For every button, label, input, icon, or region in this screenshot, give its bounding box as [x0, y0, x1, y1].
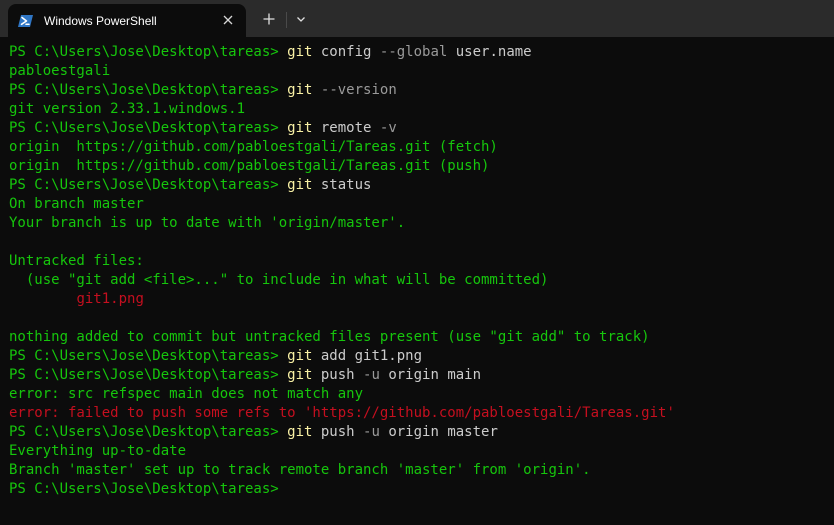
- terminal-text-segment: git1.png: [76, 291, 144, 307]
- terminal-line: Branch 'master' set up to track remote b…: [9, 461, 834, 480]
- terminal-text-segment: git: [287, 120, 313, 136]
- terminal-line: Untracked files:: [9, 252, 834, 271]
- new-tab-button[interactable]: [258, 8, 280, 30]
- terminal-text-segment: -v: [379, 120, 397, 136]
- terminal-text-segment: PS C:\Users\Jose\Desktop\tareas>: [9, 82, 288, 98]
- powershell-icon: [18, 13, 34, 29]
- terminal-text-segment: origin https://github.com/pabloestgali/T…: [9, 139, 498, 155]
- terminal-line: PS C:\Users\Jose\Desktop\tareas>: [9, 480, 834, 499]
- terminal-text-segment: --global: [379, 44, 448, 60]
- terminal-text-segment: git: [287, 348, 313, 364]
- terminal-line: PS C:\Users\Jose\Desktop\tareas> git pus…: [9, 366, 834, 385]
- terminal-text-segment: nothing added to commit but untracked fi…: [9, 329, 650, 345]
- terminal-text-segment: push: [312, 424, 364, 440]
- terminal-text-segment: (use "git add <file>..." to include in w…: [9, 272, 549, 288]
- terminal-text-segment: error: failed to push some refs to 'http…: [9, 405, 675, 421]
- tab-title: Windows PowerShell: [44, 13, 157, 28]
- terminal-text-segment: git: [287, 367, 313, 383]
- terminal-line: PS C:\Users\Jose\Desktop\tareas> git rem…: [9, 119, 834, 138]
- terminal-text-segment: git: [287, 44, 313, 60]
- terminal-line: error: failed to push some refs to 'http…: [9, 404, 834, 423]
- terminal-line: git1.png: [9, 290, 834, 309]
- terminal-text-segment: PS C:\Users\Jose\Desktop\tareas>: [9, 44, 288, 60]
- terminal-text-segment: PS C:\Users\Jose\Desktop\tareas>: [9, 348, 288, 364]
- powershell-window: Windows PowerShell PS C:\Users\Jose\Desk…: [0, 0, 834, 525]
- tab-divider: [286, 12, 287, 28]
- terminal-line: Everything up-to-date: [9, 442, 834, 461]
- terminal-line: PS C:\Users\Jose\Desktop\tareas> git con…: [9, 43, 834, 62]
- terminal-text-segment: PS C:\Users\Jose\Desktop\tareas>: [9, 177, 288, 193]
- terminal-text-segment: status: [312, 177, 372, 193]
- terminal-line: PS C:\Users\Jose\Desktop\tareas> git add…: [9, 347, 834, 366]
- terminal-text-segment: git: [287, 424, 313, 440]
- terminal-line: error: src refspec main does not match a…: [9, 385, 834, 404]
- terminal-text-segment: On branch master: [9, 196, 144, 212]
- terminal-line: git version 2.33.1.windows.1: [9, 100, 834, 119]
- terminal-text-segment: -u: [363, 367, 380, 383]
- terminal-text-segment: config: [312, 44, 380, 60]
- terminal-line: (use "git add <file>..." to include in w…: [9, 271, 834, 290]
- terminal-text-segment: Untracked files:: [9, 253, 144, 269]
- close-icon: [223, 15, 233, 25]
- terminal-text-segment: Your branch is up to date with 'origin/m…: [9, 215, 406, 231]
- terminal-text-segment: PS C:\Users\Jose\Desktop\tareas>: [9, 481, 279, 497]
- terminal-text-segment: add git1.png: [312, 348, 423, 364]
- terminal-line: On branch master: [9, 195, 834, 214]
- terminal-line: origin https://github.com/pabloestgali/T…: [9, 138, 834, 157]
- terminal-text-segment: origin https://github.com/pabloestgali/T…: [9, 158, 490, 174]
- close-tab-button[interactable]: [220, 12, 236, 28]
- terminal-text-segment: pabloestgali: [9, 63, 111, 79]
- terminal-text-segment: user.name: [447, 44, 532, 60]
- terminal-text-segment: Everything up-to-date: [9, 443, 187, 459]
- terminal-line: PS C:\Users\Jose\Desktop\tareas> git sta…: [9, 176, 834, 195]
- terminal-text-segment: PS C:\Users\Jose\Desktop\tareas>: [9, 120, 288, 136]
- terminal-text-segment: git: [287, 177, 313, 193]
- terminal-text-segment: git: [287, 82, 313, 98]
- terminal-text-segment: origin main: [379, 367, 482, 383]
- terminal-text-segment: error: src refspec main does not match a…: [9, 386, 364, 402]
- tab-powershell[interactable]: Windows PowerShell: [8, 4, 246, 37]
- terminal-line: nothing added to commit but untracked fi…: [9, 328, 834, 347]
- terminal-text-segment: remote: [312, 120, 380, 136]
- terminal-text-segment: --version: [320, 82, 397, 98]
- terminal-output[interactable]: PS C:\Users\Jose\Desktop\tareas> git con…: [0, 37, 834, 525]
- terminal-text-segment: origin master: [379, 424, 498, 440]
- chevron-down-icon: [297, 17, 305, 22]
- terminal-text-segment: PS C:\Users\Jose\Desktop\tareas>: [9, 367, 288, 383]
- terminal-line: PS C:\Users\Jose\Desktop\tareas> git pus…: [9, 423, 834, 442]
- terminal-text-segment: -u: [363, 424, 380, 440]
- terminal-text-segment: git version 2.33.1.windows.1: [9, 101, 246, 117]
- terminal-line: pabloestgali: [9, 62, 834, 81]
- terminal-text-segment: Branch 'master' set up to track remote b…: [9, 462, 591, 478]
- terminal-line: Your branch is up to date with 'origin/m…: [9, 214, 834, 233]
- terminal-text-segment: push: [312, 367, 364, 383]
- plus-icon: [263, 13, 275, 25]
- terminal-text-segment: PS C:\Users\Jose\Desktop\tareas>: [9, 424, 288, 440]
- title-bar: Windows PowerShell: [0, 0, 834, 37]
- terminal-line: PS C:\Users\Jose\Desktop\tareas> git --v…: [9, 81, 834, 100]
- profile-dropdown-button[interactable]: [290, 8, 312, 30]
- terminal-line: origin https://github.com/pabloestgali/T…: [9, 157, 834, 176]
